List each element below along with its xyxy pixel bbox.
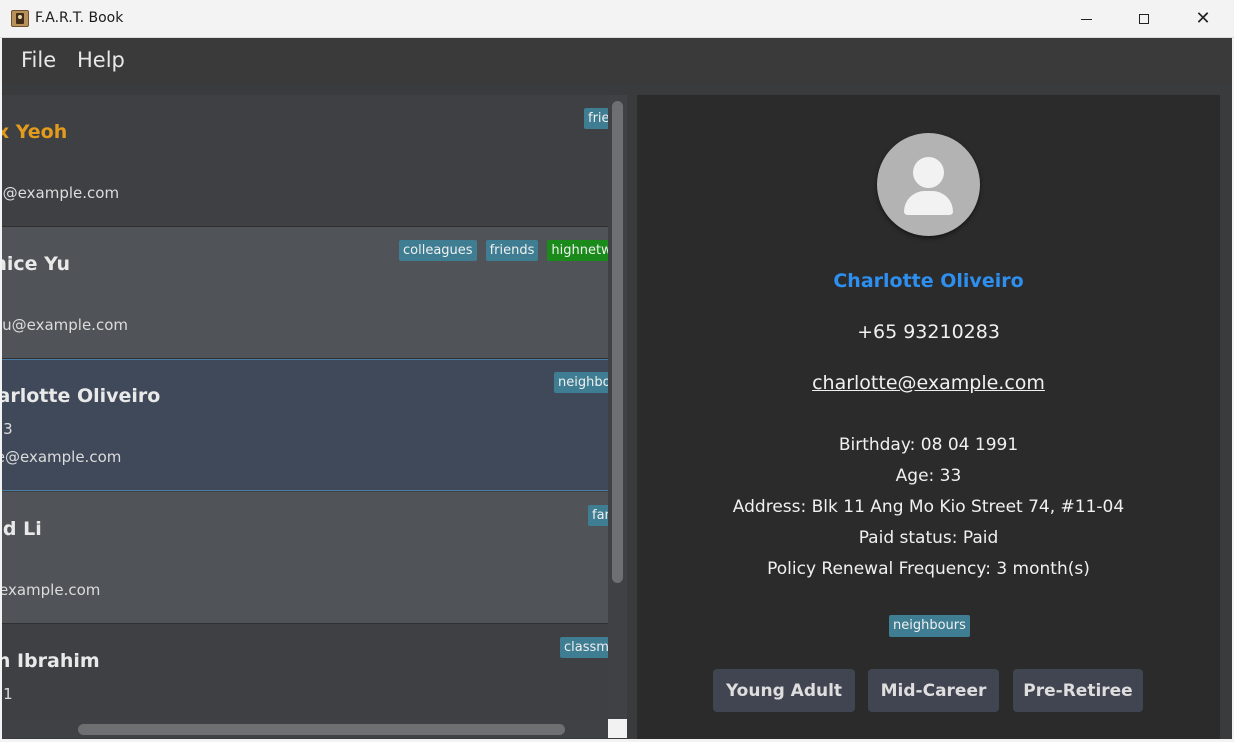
person-email: eyu@example.com xyxy=(2,316,128,334)
mid-career-button[interactable]: Mid-Career xyxy=(868,669,999,712)
tag: colleagues xyxy=(399,240,477,261)
maximize-button[interactable] xyxy=(1115,0,1173,38)
tag: classma xyxy=(560,637,608,658)
title-bar: F.A.R.T. Book ✕ xyxy=(0,0,1234,38)
person-card[interactable]: colleagues friends highnetwo rnice Yu 58… xyxy=(2,227,608,359)
person-name: rnice Yu xyxy=(2,253,71,275)
person-detail-panel: Charlotte Oliveiro +65 93210283 charlott… xyxy=(637,95,1220,739)
person-email: oh@example.com xyxy=(2,184,120,202)
pre-retiree-button[interactable]: Pre-Retiree xyxy=(1013,669,1143,712)
person-name: harlotte Oliveiro xyxy=(2,385,161,407)
menu-file[interactable]: File xyxy=(21,48,56,72)
tag: fan xyxy=(588,505,608,526)
tag: friends xyxy=(485,240,539,261)
close-icon: ✕ xyxy=(1195,8,1211,29)
detail-age: Age: 33 xyxy=(895,466,962,486)
person-phone: 58 xyxy=(2,288,3,306)
detail-paid-status: Paid status: Paid xyxy=(858,528,999,548)
tag-list: fan xyxy=(588,505,608,526)
detail-name: Charlotte Oliveiro xyxy=(833,270,1024,292)
person-name: ex Yeoh xyxy=(2,121,68,143)
person-phone: 283 xyxy=(2,420,13,438)
person-email: tte@example.com xyxy=(2,448,122,466)
person-name: vid Li xyxy=(2,518,42,540)
minimize-icon xyxy=(1080,18,1092,20)
window-border-left xyxy=(0,38,2,742)
maximize-icon xyxy=(1139,14,1149,24)
scroll-corner xyxy=(608,719,627,738)
young-adult-button[interactable]: Young Adult xyxy=(713,669,855,712)
person-phone: 021 xyxy=(2,685,13,703)
person-phone: 82 xyxy=(2,553,3,571)
detail-email[interactable]: charlotte@example.com xyxy=(637,372,1220,394)
person-phone: 07 xyxy=(2,156,3,174)
person-card-selected[interactable]: neighbo harlotte Oliveiro 283 tte@exampl… xyxy=(2,359,608,491)
avatar-icon xyxy=(877,133,980,236)
tag-list: colleagues friends highnetwo xyxy=(399,240,608,261)
horizontal-scroll-thumb[interactable] xyxy=(78,724,565,735)
window-title: F.A.R.T. Book xyxy=(35,10,124,26)
detail-phone: +65 93210283 xyxy=(857,321,1000,343)
minimize-button[interactable] xyxy=(1057,0,1115,38)
person-card[interactable]: classma an Ibrahim 021 xyxy=(2,624,608,719)
person-card[interactable]: fan vid Li 82 @example.com xyxy=(2,492,608,624)
detail-tag: neighbours xyxy=(889,615,970,637)
detail-address: Address: Blk 11 Ang Mo Kio Street 74, #1… xyxy=(732,497,1125,517)
person-list: frie ex Yeoh 07 oh@example.com colleague… xyxy=(2,95,608,719)
tag: neighbo xyxy=(554,372,608,393)
vertical-scroll-thumb[interactable] xyxy=(612,101,623,583)
detail-renewal-frequency: Policy Renewal Frequency: 3 month(s) xyxy=(767,559,1090,579)
person-email: @example.com xyxy=(2,581,101,599)
menu-bar: File Help xyxy=(0,38,1234,84)
menu-help[interactable]: Help xyxy=(77,48,125,72)
person-name: an Ibrahim xyxy=(2,650,100,672)
tag: frie xyxy=(584,108,608,129)
detail-birthday: Birthday: 08 04 1991 xyxy=(838,435,1019,455)
tag-list: classma xyxy=(560,637,608,658)
tag-list: neighbo xyxy=(554,372,608,393)
close-button[interactable]: ✕ xyxy=(1174,0,1232,38)
tag-list: frie xyxy=(584,108,608,129)
app-book-icon xyxy=(11,10,29,27)
person-card[interactable]: frie ex Yeoh 07 oh@example.com xyxy=(2,95,608,227)
tag: highnetwo xyxy=(547,240,608,261)
